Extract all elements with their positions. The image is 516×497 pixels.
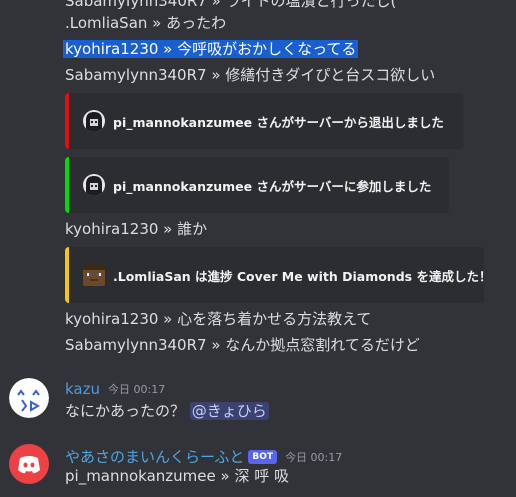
embed-text: pi_mannokanzumee さんがサーバーに参加しました <box>113 178 432 194</box>
author-name[interactable]: kazu <box>65 380 100 398</box>
timestamp: 今日 00:17 <box>108 383 166 396</box>
embed-text: .LomliaSan は進捗 Cover Me with Diamonds を達… <box>113 268 492 284</box>
advancement-embed: .LomliaSan は進捗 Cover Me with Diamonds を達… <box>65 247 491 303</box>
selected-text: kyohira1230 » 今呼吸がおかしくなってる <box>63 40 359 58</box>
message-line: kyohira1230 » 誰か <box>65 220 208 238</box>
message-line: Sabamylynn340R7 » 修繕付きダイぴと台スコ欲しい <box>65 66 436 84</box>
kazu-avatar-icon <box>9 378 49 418</box>
bot-message-header: やあさのまいんくらーふと BOT 今日 00:17 <box>65 446 342 467</box>
message-line: kyohira1230 » 心を落ち着かせる方法教えて <box>65 310 372 328</box>
kazu-avatar[interactable] <box>9 378 49 418</box>
message-line-selected: kyohira1230 » 今呼吸がおかしくなってる <box>63 39 359 59</box>
bot-message-body: pi_mannokanzumee » 深 呼 吸 <box>65 467 290 485</box>
kazu-message-body: なにかあったの？ @きょひら <box>65 401 269 421</box>
player-avatar-icon <box>83 110 105 132</box>
bot-avatar[interactable] <box>9 444 49 484</box>
message-line: .LomliaSan » あったわ <box>65 14 227 32</box>
bot-badge: BOT <box>248 449 278 464</box>
player-avatar-icon <box>83 174 105 196</box>
leave-embed: pi_mannokanzumee さんがサーバーから退出しました <box>65 93 463 149</box>
discord-logo-icon <box>18 456 40 474</box>
embed-text: pi_mannokanzumee さんがサーバーから退出しました <box>113 114 444 130</box>
player-head-icon <box>83 264 105 286</box>
author-name[interactable]: やあさのまいんくらーふと <box>65 446 244 467</box>
user-mention[interactable]: @きょひら <box>189 402 269 420</box>
join-embed: pi_mannokanzumee さんがサーバーに参加しました <box>65 157 449 213</box>
message-line-partial: SabamyIynn340R7 » ライトの塩漬と行ったし( <box>65 0 397 10</box>
message-text: なにかあったの？ <box>65 402 186 420</box>
kazu-message-header: kazu 今日 00:17 <box>65 380 165 398</box>
timestamp: 今日 00:17 <box>285 450 343 464</box>
message-line: Sabamylynn340R7 » なんか拠点窓割れてるだけど <box>65 336 420 354</box>
